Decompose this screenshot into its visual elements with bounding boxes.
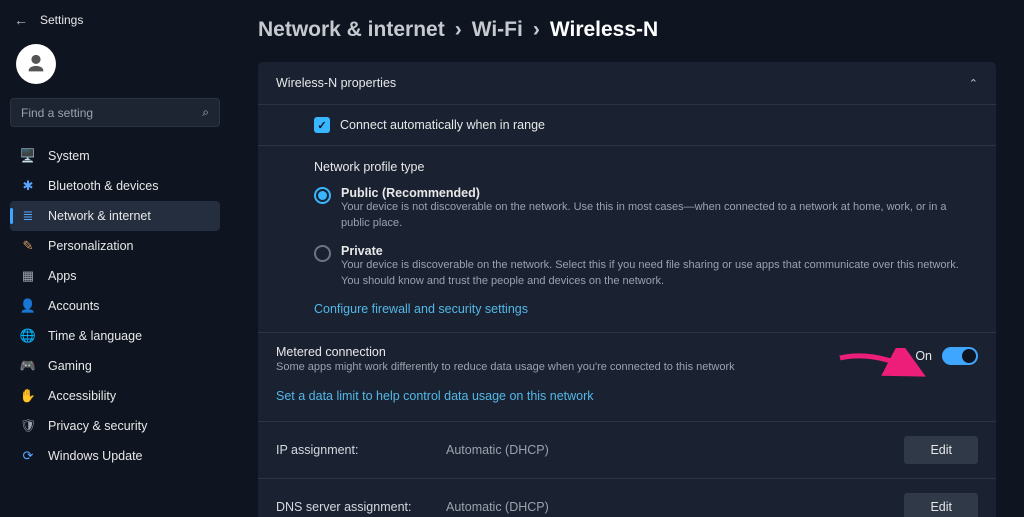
metered-desc: Some apps might work differently to redu…	[276, 361, 735, 373]
main-content: Network & internet › Wi-Fi › Wireless-N …	[230, 0, 1024, 517]
chevron-up-icon: ⌃	[969, 77, 978, 90]
nav-label: Accessibility	[48, 389, 116, 403]
card-header[interactable]: Wireless-N properties ⌃	[258, 62, 996, 104]
nav-label: Accounts	[48, 299, 99, 313]
nav-icon: 🎮	[20, 358, 36, 374]
radio-public-desc: Your device is not discoverable on the n…	[341, 200, 978, 232]
dns-value: Automatic (DHCP)	[446, 500, 904, 514]
sidebar-item-accessibility[interactable]: ✋ Accessibility	[10, 381, 220, 411]
metered-toggle[interactable]	[942, 347, 978, 365]
sidebar-item-network-internet[interactable]: ≣ Network & internet	[10, 201, 220, 231]
sidebar: ← Settings ⌕ 🖥️ System ✱ Bluetooth & device…	[0, 0, 230, 517]
nav-label: Bluetooth & devices	[48, 179, 159, 193]
checkbox-checked-icon[interactable]: ✓	[314, 117, 330, 133]
edit-ip-button[interactable]: Edit	[904, 436, 978, 464]
card-title: Wireless-N properties	[276, 76, 396, 90]
nav-label: Gaming	[48, 359, 92, 373]
metered-row: Metered connection Some apps might work …	[258, 333, 996, 383]
breadcrumb-lvl2[interactable]: Wi-Fi	[472, 18, 523, 42]
radio-private-desc: Your device is discoverable on the netwo…	[341, 258, 978, 290]
breadcrumb: Network & internet › Wi-Fi › Wireless-N	[258, 18, 996, 42]
nav-icon: ▦	[20, 268, 36, 284]
radio-public[interactable]: Public (Recommended) Your device is not …	[314, 186, 978, 232]
radio-private[interactable]: Private Your device is discoverable on t…	[314, 244, 978, 290]
sidebar-item-system[interactable]: 🖥️ System	[10, 141, 220, 171]
nav-icon: ✎	[20, 238, 36, 254]
nav-icon: 🖥️	[20, 148, 36, 164]
sidebar-item-privacy-security[interactable]: 🛡 Privacy & security	[10, 411, 220, 441]
search-icon: ⌕	[202, 105, 209, 120]
nav-label: Privacy & security	[48, 419, 147, 433]
radio-icon	[314, 245, 331, 262]
sidebar-item-apps[interactable]: ▦ Apps	[10, 261, 220, 291]
chevron-right-icon: ›	[455, 18, 462, 42]
sidebar-item-windows-update[interactable]: ⟳ Windows Update	[10, 441, 220, 471]
sidebar-item-time-language[interactable]: 🌐 Time & language	[10, 321, 220, 351]
nav-icon: ≣	[20, 208, 36, 224]
sidebar-item-personalization[interactable]: ✎ Personalization	[10, 231, 220, 261]
sidebar-nav: 🖥️ System ✱ Bluetooth & devices ≣ Network & i…	[10, 141, 220, 471]
radio-icon	[314, 187, 331, 204]
edit-dns-button[interactable]: Edit	[904, 493, 978, 517]
dns-assignment-row: DNS server assignment: Automatic (DHCP) …	[258, 479, 996, 517]
properties-card: Wireless-N properties ⌃ ✓ Connect automa…	[258, 62, 996, 517]
nav-label: Network & internet	[48, 209, 151, 223]
search-input-wrap[interactable]: ⌕	[10, 98, 220, 127]
nav-label: Time & language	[48, 329, 142, 343]
app-title: Settings	[40, 13, 83, 27]
nav-icon: ✋	[20, 388, 36, 404]
chevron-right-icon: ›	[533, 18, 540, 42]
profile-section: Network profile type Public (Recommended…	[258, 146, 996, 332]
nav-icon: 👤	[20, 298, 36, 314]
nav-label: Windows Update	[48, 449, 143, 463]
auto-connect-label: Connect automatically when in range	[340, 118, 545, 132]
back-arrow-icon[interactable]: ←	[14, 12, 28, 28]
dns-label: DNS server assignment:	[276, 500, 446, 514]
person-icon	[25, 53, 47, 75]
nav-label: Personalization	[48, 239, 133, 253]
ip-label: IP assignment:	[276, 443, 446, 457]
nav-label: System	[48, 149, 90, 163]
ip-value: Automatic (DHCP)	[446, 443, 904, 457]
data-limit-link[interactable]: Set a data limit to help control data us…	[276, 389, 594, 403]
metered-title: Metered connection	[276, 345, 735, 359]
ip-assignment-row: IP assignment: Automatic (DHCP) Edit	[258, 422, 996, 478]
radio-public-title: Public (Recommended)	[341, 186, 978, 200]
radio-private-title: Private	[341, 244, 978, 258]
nav-icon: ⟳	[20, 448, 36, 464]
nav-icon: 🌐	[20, 328, 36, 344]
search-input[interactable]	[21, 106, 202, 120]
toggle-label: On	[915, 349, 932, 363]
nav-icon: 🛡	[20, 418, 36, 434]
sidebar-item-accounts[interactable]: 👤 Accounts	[10, 291, 220, 321]
sidebar-item-gaming[interactable]: 🎮 Gaming	[10, 351, 220, 381]
breadcrumb-current: Wireless-N	[550, 18, 658, 42]
auto-connect-row[interactable]: ✓ Connect automatically when in range	[258, 105, 996, 145]
breadcrumb-lvl1[interactable]: Network & internet	[258, 18, 445, 42]
sidebar-item-bluetooth-devices[interactable]: ✱ Bluetooth & devices	[10, 171, 220, 201]
nav-icon: ✱	[20, 178, 36, 194]
nav-label: Apps	[48, 269, 77, 283]
user-avatar[interactable]	[16, 44, 56, 84]
profile-heading: Network profile type	[314, 160, 978, 174]
firewall-link[interactable]: Configure firewall and security settings	[314, 302, 978, 316]
